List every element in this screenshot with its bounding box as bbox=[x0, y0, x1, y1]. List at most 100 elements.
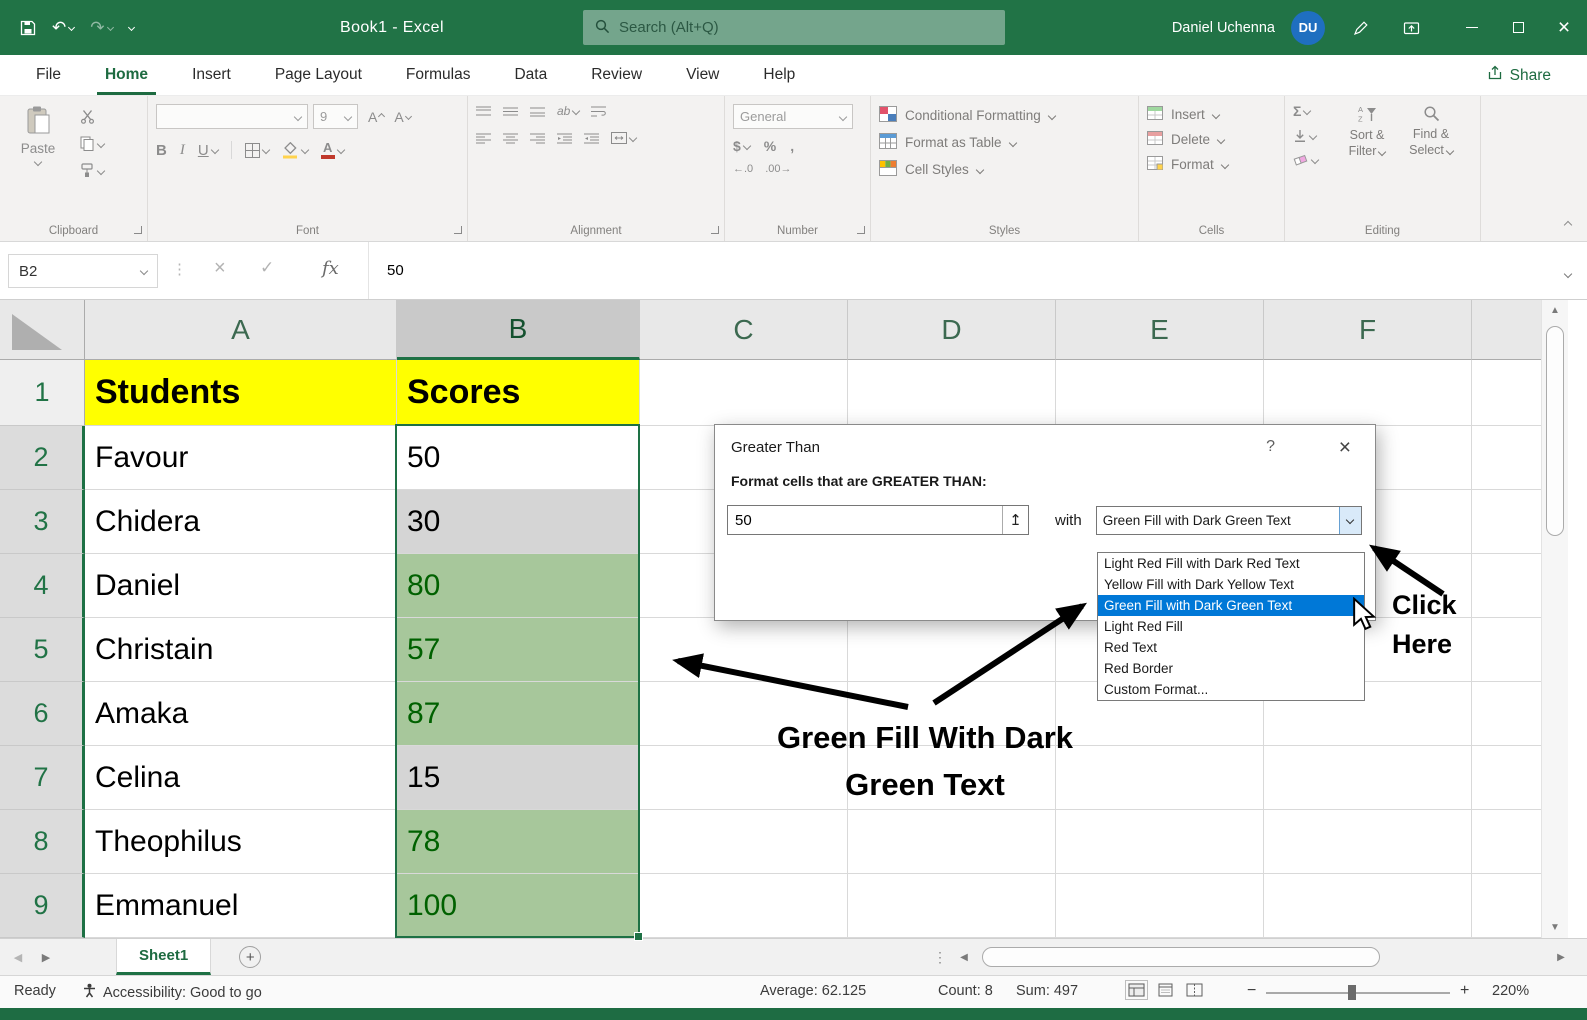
ribbon-display-options-icon[interactable] bbox=[1399, 20, 1423, 36]
save-icon[interactable] bbox=[20, 20, 36, 36]
maximize-button[interactable] bbox=[1495, 0, 1541, 55]
cell-a9[interactable]: Emmanuel bbox=[85, 874, 397, 938]
cell-c9[interactable] bbox=[640, 874, 848, 938]
expand-formula-bar-icon[interactable] bbox=[1563, 264, 1573, 280]
align-left-icon[interactable] bbox=[476, 133, 491, 144]
number-dialog-launcher-icon[interactable] bbox=[857, 226, 865, 234]
insert-function-icon[interactable]: fx bbox=[322, 258, 339, 279]
zoom-level[interactable]: 220% bbox=[1492, 983, 1552, 999]
decrease-decimal-icon[interactable]: .00→ bbox=[765, 163, 791, 175]
accessibility-status[interactable]: Accessibility: Good to go bbox=[82, 983, 262, 1002]
cell-b6[interactable]: 87 bbox=[397, 682, 640, 746]
page-layout-view-icon[interactable] bbox=[1157, 983, 1174, 997]
decrease-indent-icon[interactable] bbox=[557, 133, 572, 144]
column-header-partial[interactable] bbox=[1472, 300, 1541, 360]
increase-indent-icon[interactable] bbox=[584, 133, 599, 144]
cell-f9[interactable] bbox=[1264, 874, 1472, 938]
font-dialog-launcher-icon[interactable] bbox=[454, 226, 462, 234]
align-center-icon[interactable] bbox=[503, 133, 518, 144]
cell-c1[interactable] bbox=[640, 360, 848, 426]
format-painter-icon[interactable] bbox=[80, 163, 106, 178]
align-top-icon[interactable] bbox=[476, 106, 491, 117]
search-input[interactable] bbox=[619, 19, 993, 36]
minimize-button[interactable] bbox=[1449, 0, 1495, 55]
option-red-border[interactable]: Red Border bbox=[1098, 658, 1364, 679]
cell-a8[interactable]: Theophilus bbox=[85, 810, 397, 874]
tab-help[interactable]: Help bbox=[741, 55, 817, 95]
collapse-dialog-icon[interactable]: ↥ bbox=[1002, 506, 1028, 534]
accounting-format-icon[interactable]: $ bbox=[733, 138, 752, 154]
cell-a7[interactable]: Celina bbox=[85, 746, 397, 810]
column-header-c[interactable]: C bbox=[640, 300, 848, 360]
underline-icon[interactable]: U bbox=[198, 142, 219, 159]
cell-f1[interactable] bbox=[1264, 360, 1472, 426]
cell-styles-button[interactable]: Cell Styles bbox=[879, 160, 1130, 179]
cell-b3[interactable]: 30 bbox=[397, 490, 640, 554]
normal-view-icon[interactable] bbox=[1125, 980, 1148, 1000]
option-light-red-fill-dark-red-text[interactable]: Light Red Fill with Dark Red Text bbox=[1098, 553, 1364, 574]
undo-icon[interactable]: ↶ bbox=[52, 19, 76, 36]
status-sum[interactable]: Sum: 497 bbox=[1016, 983, 1078, 999]
formula-input[interactable]: 50 bbox=[368, 242, 1543, 299]
row-header-1[interactable]: 1 bbox=[0, 360, 85, 426]
cell-f8[interactable] bbox=[1264, 810, 1472, 874]
dialog-header[interactable]: Greater Than ? × bbox=[715, 425, 1375, 469]
cell-e9[interactable] bbox=[1056, 874, 1264, 938]
tab-insert[interactable]: Insert bbox=[170, 55, 253, 95]
cut-icon[interactable] bbox=[80, 109, 104, 124]
increase-font-size-icon[interactable]: A bbox=[368, 109, 386, 125]
column-header-e[interactable]: E bbox=[1056, 300, 1264, 360]
user-name[interactable]: Daniel Uchenna bbox=[1172, 20, 1275, 36]
cell-b1[interactable]: Scores bbox=[397, 360, 640, 426]
percent-style-icon[interactable]: % bbox=[764, 138, 776, 154]
tab-view[interactable]: View bbox=[664, 55, 741, 95]
align-bottom-icon[interactable] bbox=[530, 106, 545, 117]
alignment-dialog-launcher-icon[interactable] bbox=[711, 226, 719, 234]
cell-d1[interactable] bbox=[848, 360, 1056, 426]
cell-a1[interactable]: Students bbox=[85, 360, 397, 426]
collapse-ribbon-icon[interactable] bbox=[1563, 215, 1573, 231]
wrap-text-icon[interactable] bbox=[591, 106, 607, 117]
cell-c8[interactable] bbox=[640, 810, 848, 874]
borders-icon[interactable] bbox=[244, 142, 270, 158]
cell-d5[interactable] bbox=[848, 618, 1056, 682]
format-as-table-button[interactable]: Format as Table bbox=[879, 133, 1130, 152]
zoom-slider[interactable] bbox=[1266, 985, 1450, 1000]
conditional-formatting-button[interactable]: Conditional Formatting bbox=[879, 106, 1130, 125]
enter-icon[interactable]: ✓ bbox=[260, 258, 274, 278]
row-header-5[interactable]: 5 bbox=[0, 618, 85, 682]
cell-g5[interactable] bbox=[1472, 618, 1541, 682]
tab-page-layout[interactable]: Page Layout bbox=[253, 55, 384, 95]
increase-decimal-icon[interactable]: ←.0 bbox=[733, 163, 753, 175]
cell-b2[interactable]: 50 bbox=[397, 426, 640, 490]
column-header-f[interactable]: F bbox=[1264, 300, 1472, 360]
help-icon[interactable]: ? bbox=[1266, 438, 1275, 456]
column-header-a[interactable]: A bbox=[85, 300, 397, 360]
sort-filter-button[interactable]: AZ Sort & Filter bbox=[1335, 103, 1399, 215]
cell-a6[interactable]: Amaka bbox=[85, 682, 397, 746]
row-header-6[interactable]: 6 bbox=[0, 682, 85, 746]
decrease-font-size-icon[interactable]: A bbox=[394, 109, 412, 125]
scroll-up-icon[interactable]: ▲ bbox=[1542, 305, 1568, 316]
new-sheet-button[interactable]: + bbox=[239, 946, 262, 968]
option-green-fill-dark-green-text[interactable]: Green Fill with Dark Green Text bbox=[1098, 595, 1364, 616]
option-custom-format[interactable]: Custom Format... bbox=[1098, 679, 1364, 700]
clipboard-dialog-launcher-icon[interactable] bbox=[134, 226, 142, 234]
tab-scrollbar-separator-icon[interactable]: ⋮ bbox=[933, 949, 947, 966]
find-select-button[interactable]: Find & Select bbox=[1399, 103, 1463, 215]
close-button[interactable]: × bbox=[1541, 0, 1587, 55]
cell-g8[interactable] bbox=[1472, 810, 1541, 874]
customize-quick-access-icon[interactable] bbox=[127, 23, 135, 32]
insert-cells-button[interactable]: Insert bbox=[1147, 106, 1276, 123]
format-cells-button[interactable]: Format bbox=[1147, 156, 1276, 173]
paste-button[interactable]: Paste bbox=[10, 105, 66, 167]
value-input[interactable] bbox=[728, 506, 1002, 534]
fill-color-icon[interactable] bbox=[282, 141, 309, 159]
cell-a5[interactable]: Christain bbox=[85, 618, 397, 682]
tab-file[interactable]: File bbox=[14, 55, 83, 95]
option-red-text[interactable]: Red Text bbox=[1098, 637, 1364, 658]
sheet-prev-icon[interactable]: ◀ bbox=[4, 951, 32, 964]
status-count[interactable]: Count: 8 bbox=[938, 983, 993, 999]
comma-style-icon[interactable]: , bbox=[790, 138, 794, 154]
cell-e8[interactable] bbox=[1056, 810, 1264, 874]
